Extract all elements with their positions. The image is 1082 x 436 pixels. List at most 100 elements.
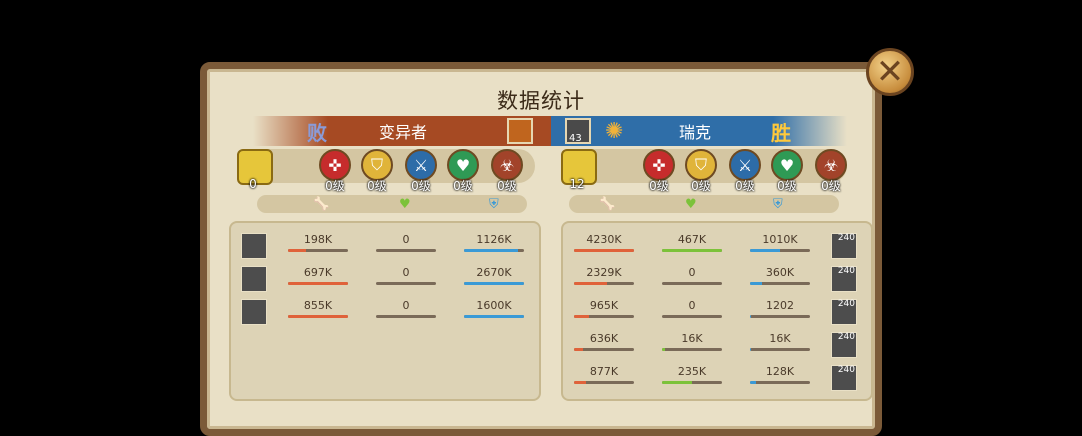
stat-bar <box>662 315 722 318</box>
badge-level-label: 0级 <box>735 179 755 193</box>
heal-stat: 16K <box>661 332 723 351</box>
page-title: 数据统计 <box>497 89 585 113</box>
hero-avatar[interactable]: 240 <box>831 266 857 292</box>
stat-value: 198K <box>303 233 333 246</box>
hero-level: 240 <box>837 332 855 342</box>
badge-level-label: 0级 <box>691 179 711 193</box>
stat-bar <box>464 315 524 318</box>
stat-bar <box>750 282 810 285</box>
stat-bar <box>288 249 348 252</box>
badge-level-label: 0级 <box>325 179 345 193</box>
stat-bar <box>574 282 634 285</box>
hero-avatar[interactable]: 240 <box>831 332 857 358</box>
stat-bar-fill <box>574 249 634 252</box>
shield-stat: 1126K <box>463 233 525 252</box>
damage-stat: 4230K <box>573 233 635 252</box>
stat-bar <box>750 249 810 252</box>
left-team-banner: 败 变异者 <box>253 116 553 146</box>
shield-stat: 1010K <box>749 233 811 252</box>
stat-bar-fill <box>662 381 692 384</box>
badge-level-label: 0 <box>249 177 257 191</box>
badge-level-label: 0级 <box>411 179 431 193</box>
hero-avatar[interactable] <box>241 266 267 292</box>
blue-shield-icon: ⛨ <box>773 197 783 212</box>
left-stats-box: 198K 0 1126K 697K 0 2670K 855K 0 1600K <box>229 221 541 401</box>
left-stat-legend: 🦴 ♥ ⛨ <box>257 195 527 213</box>
stat-bar-fill <box>464 249 518 252</box>
stat-value: 877K <box>589 365 619 378</box>
heal-stat: 0 <box>375 266 437 285</box>
right-avatar-level: 43 <box>569 133 582 144</box>
damage-stat: 965K <box>573 299 635 318</box>
hero-avatar[interactable] <box>241 233 267 259</box>
table-row[interactable]: 697K 0 2670K <box>231 264 539 294</box>
table-row[interactable]: 240 636K 16K 16K <box>563 330 871 360</box>
table-row[interactable]: 240 877K 235K 128K <box>563 363 871 393</box>
hero-avatar[interactable]: 240 <box>831 365 857 391</box>
stat-bar-fill <box>574 381 586 384</box>
right-team-avatar: 43 <box>565 118 591 144</box>
badge-level-label: 0级 <box>777 179 797 193</box>
right-badge-row: 12 ✜ 0级 ⛉ 0级 ⚔ 0级 ♥ 0级 ☣ 0级 <box>537 149 867 193</box>
stats-panel: 数据统计 败 变异者 43 ✺ 瑞克 胜 0 ✜ 0级 ⛉ 0级 ⚔ 0级 ♥ 0级 ☣ 0级 12… <box>200 62 882 436</box>
stat-bar-fill <box>750 282 762 285</box>
stat-bar-fill <box>288 282 348 285</box>
shield-stat: 1202 <box>749 299 811 318</box>
heal-stat: 0 <box>661 266 723 285</box>
heal-stat: 467K <box>661 233 723 252</box>
stat-bar-fill <box>288 315 348 318</box>
stat-value: 16K <box>769 332 791 345</box>
left-team-avatar <box>507 118 533 144</box>
shield-stat: 1600K <box>463 299 525 318</box>
stat-bar-fill <box>662 348 665 351</box>
badge-level-label: 12 <box>569 177 585 191</box>
stat-value: 1010K <box>762 233 798 246</box>
stat-value: 0 <box>402 266 410 279</box>
stat-bar <box>288 315 348 318</box>
damage-stat: 697K <box>287 266 349 285</box>
damage-stat: 855K <box>287 299 349 318</box>
blue-shield-icon: ⛨ <box>489 197 499 212</box>
stat-bar-fill <box>750 315 752 318</box>
right-stat-legend: 🦴 ♥ ⛨ <box>569 195 839 213</box>
stat-value: 0 <box>688 299 696 312</box>
hero-avatar[interactable] <box>241 299 267 325</box>
stat-bar <box>288 282 348 285</box>
stat-value: 965K <box>589 299 619 312</box>
stat-bar <box>750 315 810 318</box>
hero-avatar[interactable]: 240 <box>831 233 857 259</box>
stat-bar <box>376 249 436 252</box>
table-row[interactable]: 198K 0 1126K <box>231 231 539 261</box>
right-team-banner: 43 ✺ 瑞克 胜 <box>551 116 847 146</box>
stat-bar <box>376 282 436 285</box>
hero-level: 240 <box>837 266 855 276</box>
close-button[interactable]: ✕ <box>866 48 914 96</box>
table-row[interactable]: 240 965K 0 1202 <box>563 297 871 327</box>
table-row[interactable]: 855K 0 1600K <box>231 297 539 327</box>
left-result-label: 败 <box>307 120 327 145</box>
sun-emblem-icon: ✺ <box>605 118 624 144</box>
left-badge-row: 0 ✜ 0级 ⛉ 0级 ⚔ 0级 ♥ 0级 ☣ 0级 <box>207 149 537 193</box>
heal-stat: 235K <box>661 365 723 384</box>
table-row[interactable]: 240 4230K 467K 1010K <box>563 231 871 261</box>
stat-value: 0 <box>688 266 696 279</box>
bone-damage-icon: 🦴 <box>313 197 330 212</box>
damage-stat: 877K <box>573 365 635 384</box>
stat-bar <box>574 348 634 351</box>
table-row[interactable]: 240 2329K 0 360K <box>563 264 871 294</box>
stat-value: 235K <box>677 365 707 378</box>
stat-value: 360K <box>765 266 795 279</box>
green-heart-icon: ♥ <box>685 197 697 212</box>
stat-bar <box>574 315 634 318</box>
stat-bar <box>574 249 634 252</box>
green-heart-icon: ♥ <box>399 197 411 212</box>
hero-avatar[interactable]: 240 <box>831 299 857 325</box>
stat-value: 1600K <box>476 299 512 312</box>
right-team-name: 瑞克 <box>679 123 712 142</box>
stat-value: 1202 <box>766 299 794 312</box>
stat-bar <box>662 282 722 285</box>
stat-bar <box>464 249 524 252</box>
stat-value: 2329K <box>586 266 622 279</box>
badge-level-label: 0级 <box>649 179 669 193</box>
badge-level-label: 0级 <box>497 179 517 193</box>
